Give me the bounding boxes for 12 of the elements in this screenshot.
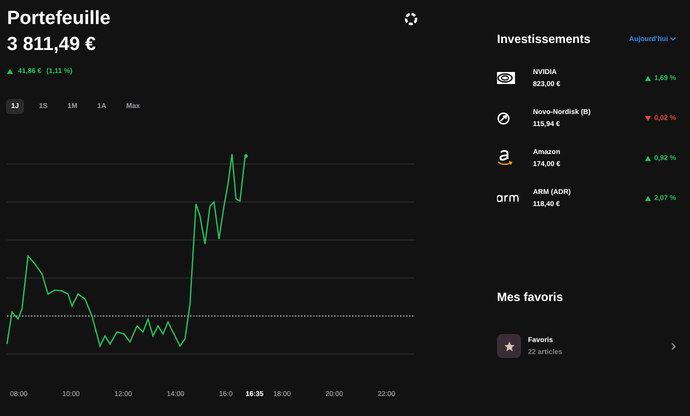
chevron-right-icon[interactable] xyxy=(671,342,676,350)
portfolio-value: 3 811,49 € xyxy=(6,33,97,56)
refresh-icon[interactable] xyxy=(404,12,418,26)
wordmark-logo-icon xyxy=(497,194,519,202)
circle-logo-icon xyxy=(497,112,510,124)
chevron-down-icon[interactable] xyxy=(670,37,676,41)
section-title: Investissements xyxy=(497,32,590,46)
section-title: Mes favoris xyxy=(497,290,564,304)
current-point xyxy=(244,154,248,158)
smile-arrow-logo-icon xyxy=(497,149,513,167)
eye-logo-icon xyxy=(497,72,515,84)
page-title: Portefeuille xyxy=(6,8,110,30)
